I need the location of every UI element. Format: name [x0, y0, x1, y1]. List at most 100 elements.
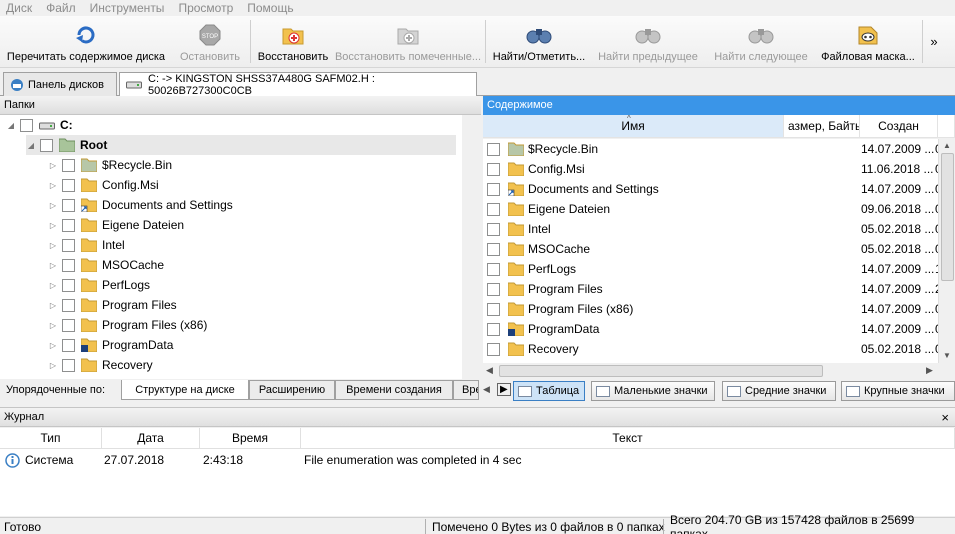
checkbox[interactable]: [62, 358, 75, 372]
column-extra[interactable]: [938, 115, 955, 138]
contents-list[interactable]: $Recycle.Bin14.07.2009 ...0Config.Msi11.…: [483, 139, 938, 363]
expand-arrow-icon[interactable]: ▷: [48, 321, 58, 330]
checkbox[interactable]: [487, 302, 500, 316]
tree-item-folder[interactable]: ▷ Program Files: [48, 295, 177, 315]
tabs-left-arrow-icon[interactable]: ◀: [483, 384, 490, 395]
checkbox[interactable]: [20, 118, 33, 132]
log-column-text[interactable]: Текст: [301, 428, 955, 449]
list-item[interactable]: Recovery05.02.2018 ...0: [483, 339, 938, 359]
view-small-icons-button[interactable]: Маленькие значки: [591, 381, 715, 401]
checkbox[interactable]: [487, 182, 500, 196]
log-column-type[interactable]: Тип: [0, 428, 102, 449]
checkbox[interactable]: [487, 242, 500, 256]
tree-item-folder[interactable]: ▷ Documents and Settings: [48, 195, 233, 215]
close-icon[interactable]: ×: [941, 410, 949, 425]
sort-tab-created[interactable]: Времени создания: [335, 380, 453, 400]
scrollbar-thumb[interactable]: [499, 365, 823, 377]
view-medium-icons-button[interactable]: Средние значки: [722, 381, 836, 401]
scrollbar-thumb[interactable]: [941, 153, 954, 281]
restore-marked-button[interactable]: Восстановить помеченные...: [333, 16, 483, 67]
checkbox[interactable]: [487, 162, 500, 176]
checkbox[interactable]: [62, 218, 75, 232]
collapse-arrow-icon[interactable]: ◢: [26, 141, 36, 150]
list-item[interactable]: $Recycle.Bin14.07.2009 ...0: [483, 139, 938, 159]
checkbox[interactable]: [62, 298, 75, 312]
list-item[interactable]: ProgramData14.07.2009 ...0: [483, 319, 938, 339]
menu-help[interactable]: Помощь: [241, 1, 301, 15]
collapse-arrow-icon[interactable]: ◢: [6, 121, 16, 130]
checkbox[interactable]: [487, 322, 500, 336]
find-next-button[interactable]: Найти следующее: [706, 16, 816, 67]
checkbox[interactable]: [62, 318, 75, 332]
tree-item-folder[interactable]: ▷ $Recycle.Bin: [48, 155, 172, 175]
checkbox[interactable]: [487, 202, 500, 216]
rescan-button[interactable]: Перечитать содержимое диска: [0, 16, 172, 67]
find-mark-button[interactable]: Найти/Отметить...: [488, 16, 590, 67]
tab-drive-c[interactable]: C: -> KINGSTON SHSS37A480G SAFM02.H : 50…: [119, 72, 477, 97]
tree-item-drive[interactable]: ◢ C:: [6, 115, 73, 135]
sort-tab-time[interactable]: Вре: [453, 380, 479, 400]
menu-file[interactable]: Файл: [40, 1, 84, 15]
tree-item-folder[interactable]: ▷ Eigene Dateien: [48, 215, 184, 235]
column-name[interactable]: Имя ^: [483, 114, 784, 138]
tree-item-folder[interactable]: ▷ PerfLogs: [48, 275, 150, 295]
view-table-button[interactable]: Таблица: [513, 381, 585, 401]
checkbox[interactable]: [487, 342, 500, 356]
scroll-right-arrow-icon[interactable]: ▶: [926, 365, 933, 376]
find-previous-button[interactable]: Найти предыдущее: [590, 16, 706, 67]
checkbox[interactable]: [62, 338, 75, 352]
tree-item-folder[interactable]: ▷ ProgramData: [48, 335, 173, 355]
tree-item-folder[interactable]: ▷ Intel: [48, 235, 125, 255]
expand-arrow-icon[interactable]: ▷: [48, 161, 58, 170]
column-size[interactable]: азмер, Байты: [784, 115, 860, 138]
checkbox[interactable]: [487, 142, 500, 156]
view-large-icons-button[interactable]: Крупные значки: [841, 381, 955, 401]
list-item[interactable]: Program Files14.07.2009 ...2: [483, 279, 938, 299]
checkbox[interactable]: [40, 138, 53, 152]
expand-arrow-icon[interactable]: ▷: [48, 221, 58, 230]
checkbox[interactable]: [487, 222, 500, 236]
checkbox[interactable]: [62, 238, 75, 252]
list-item[interactable]: Documents and Settings14.07.2009 ...0: [483, 179, 938, 199]
expand-arrow-icon[interactable]: ▷: [48, 281, 58, 290]
column-created[interactable]: Создан: [860, 115, 938, 138]
expand-arrow-icon[interactable]: ▷: [48, 341, 58, 350]
expand-arrow-icon[interactable]: ▷: [48, 181, 58, 190]
tabs-right-arrow-icon[interactable]: ▶: [497, 383, 511, 396]
checkbox[interactable]: [62, 258, 75, 272]
tab-disk-panel[interactable]: Панель дисков: [3, 72, 117, 96]
checkbox[interactable]: [487, 262, 500, 276]
scroll-down-arrow-icon[interactable]: ▼: [943, 351, 951, 360]
checkbox[interactable]: [62, 278, 75, 292]
folder-tree[interactable]: ◢ C: ◢ Root ▷ $Recycle.Bin ▷ Config.Msi ▷ Doc…: [0, 115, 462, 379]
list-item[interactable]: MSOCache05.02.2018 ...0: [483, 239, 938, 259]
stop-button[interactable]: STOP Остановить: [172, 16, 248, 67]
menu-disk[interactable]: Диск: [0, 1, 40, 15]
tree-item-root[interactable]: ◢ Root: [26, 135, 456, 155]
expand-arrow-icon[interactable]: ▷: [48, 301, 58, 310]
tree-item-folder[interactable]: ▷ Recovery: [48, 355, 153, 375]
scroll-left-arrow-icon[interactable]: ◀: [486, 365, 493, 376]
tree-item-folder[interactable]: ▷ MSOCache: [48, 255, 164, 275]
contents-hscrollbar[interactable]: ◀ ▶: [483, 363, 938, 379]
expand-arrow-icon[interactable]: ▷: [48, 361, 58, 370]
log-column-date[interactable]: Дата: [102, 428, 200, 449]
toolbar-overflow-button[interactable]: »: [925, 16, 943, 67]
list-item[interactable]: Program Files (x86)14.07.2009 ...0: [483, 299, 938, 319]
list-item[interactable]: Eigene Dateien09.06.2018 ...0: [483, 199, 938, 219]
menu-tools[interactable]: Инструменты: [84, 1, 173, 15]
file-mask-button[interactable]: Файловая маска...: [816, 16, 920, 67]
sort-tab-extension[interactable]: Расширению: [249, 380, 335, 400]
list-item[interactable]: Config.Msi11.06.2018 ...0: [483, 159, 938, 179]
tree-item-folder[interactable]: ▷ Program Files (x86): [48, 315, 207, 335]
list-item[interactable]: PerfLogs14.07.2009 ...1: [483, 259, 938, 279]
log-column-time[interactable]: Время: [200, 428, 301, 449]
scroll-up-arrow-icon[interactable]: ▲: [943, 141, 951, 150]
expand-arrow-icon[interactable]: ▷: [48, 241, 58, 250]
expand-arrow-icon[interactable]: ▷: [48, 201, 58, 210]
checkbox[interactable]: [62, 198, 75, 212]
restore-button[interactable]: Восстановить: [253, 16, 333, 67]
contents-vscrollbar[interactable]: ▲ ▼: [938, 139, 955, 363]
expand-arrow-icon[interactable]: ▷: [48, 261, 58, 270]
list-item[interactable]: Intel05.02.2018 ...0: [483, 219, 938, 239]
